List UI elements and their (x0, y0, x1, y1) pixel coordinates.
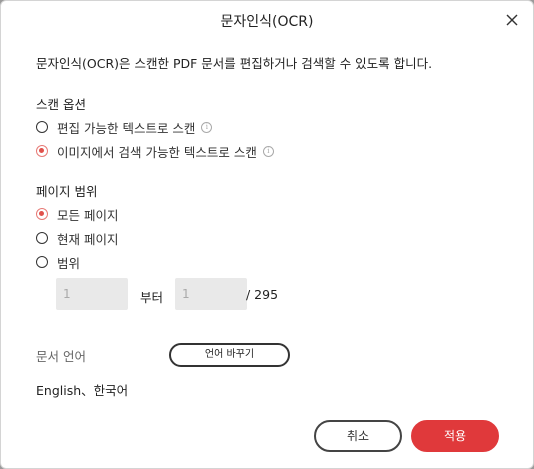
radio-button[interactable] (36, 232, 48, 244)
dialog-title: 문자인식(OCR) (220, 14, 314, 30)
radio-button[interactable] (36, 256, 48, 268)
apply-button[interactable]: 적용 (411, 420, 499, 452)
dialog-description: 문자인식(OCR)은 스캔한 PDF 문서를 편집하거나 검색할 수 있도록 합… (36, 56, 433, 71)
cancel-button[interactable]: 취소 (314, 420, 402, 452)
page-range-custom[interactable]: 범위 (36, 253, 80, 271)
change-language-button[interactable]: 언어 바꾸기 (169, 343, 290, 367)
radio-button-checked[interactable] (36, 208, 48, 220)
range-from-input[interactable]: 1 (56, 278, 128, 310)
info-icon[interactable]: i (201, 121, 213, 133)
scan-option-editable[interactable]: 편집 가능한 텍스트로 스캔 i (36, 118, 213, 136)
scan-option-searchable[interactable]: 이미지에서 검색 가능한 텍스트로 스캔 i (36, 142, 274, 160)
range-to-word: 부터 (140, 290, 164, 305)
close-icon[interactable] (505, 13, 519, 27)
document-language-label: 문서 언어 (36, 349, 86, 364)
radio-button[interactable] (36, 121, 48, 133)
page-total: / 295 (246, 287, 279, 302)
scan-option-searchable-label: 이미지에서 검색 가능한 텍스트로 스캔 (57, 144, 257, 160)
info-icon[interactable]: i (262, 145, 274, 157)
page-range-custom-label: 범위 (57, 255, 81, 271)
scan-option-editable-label: 편집 가능한 텍스트로 스캔 (57, 120, 196, 136)
ocr-dialog: 문자인식(OCR) 문자인식(OCR)은 스캔한 PDF 문서를 편집하거나 검… (0, 0, 534, 469)
page-range-heading: 페이지 범위 (36, 184, 98, 199)
page-range-all[interactable]: 모든 페이지 (36, 205, 118, 223)
page-range-current-label: 현재 페이지 (57, 231, 119, 247)
scan-options-heading: 스캔 옵션 (36, 97, 86, 112)
radio-button-checked[interactable] (36, 145, 48, 157)
document-language-value: English、한국어 (36, 383, 129, 398)
range-to-input[interactable]: 1 (175, 278, 247, 310)
page-range-current[interactable]: 현재 페이지 (36, 229, 118, 247)
page-range-all-label: 모든 페이지 (57, 207, 119, 223)
